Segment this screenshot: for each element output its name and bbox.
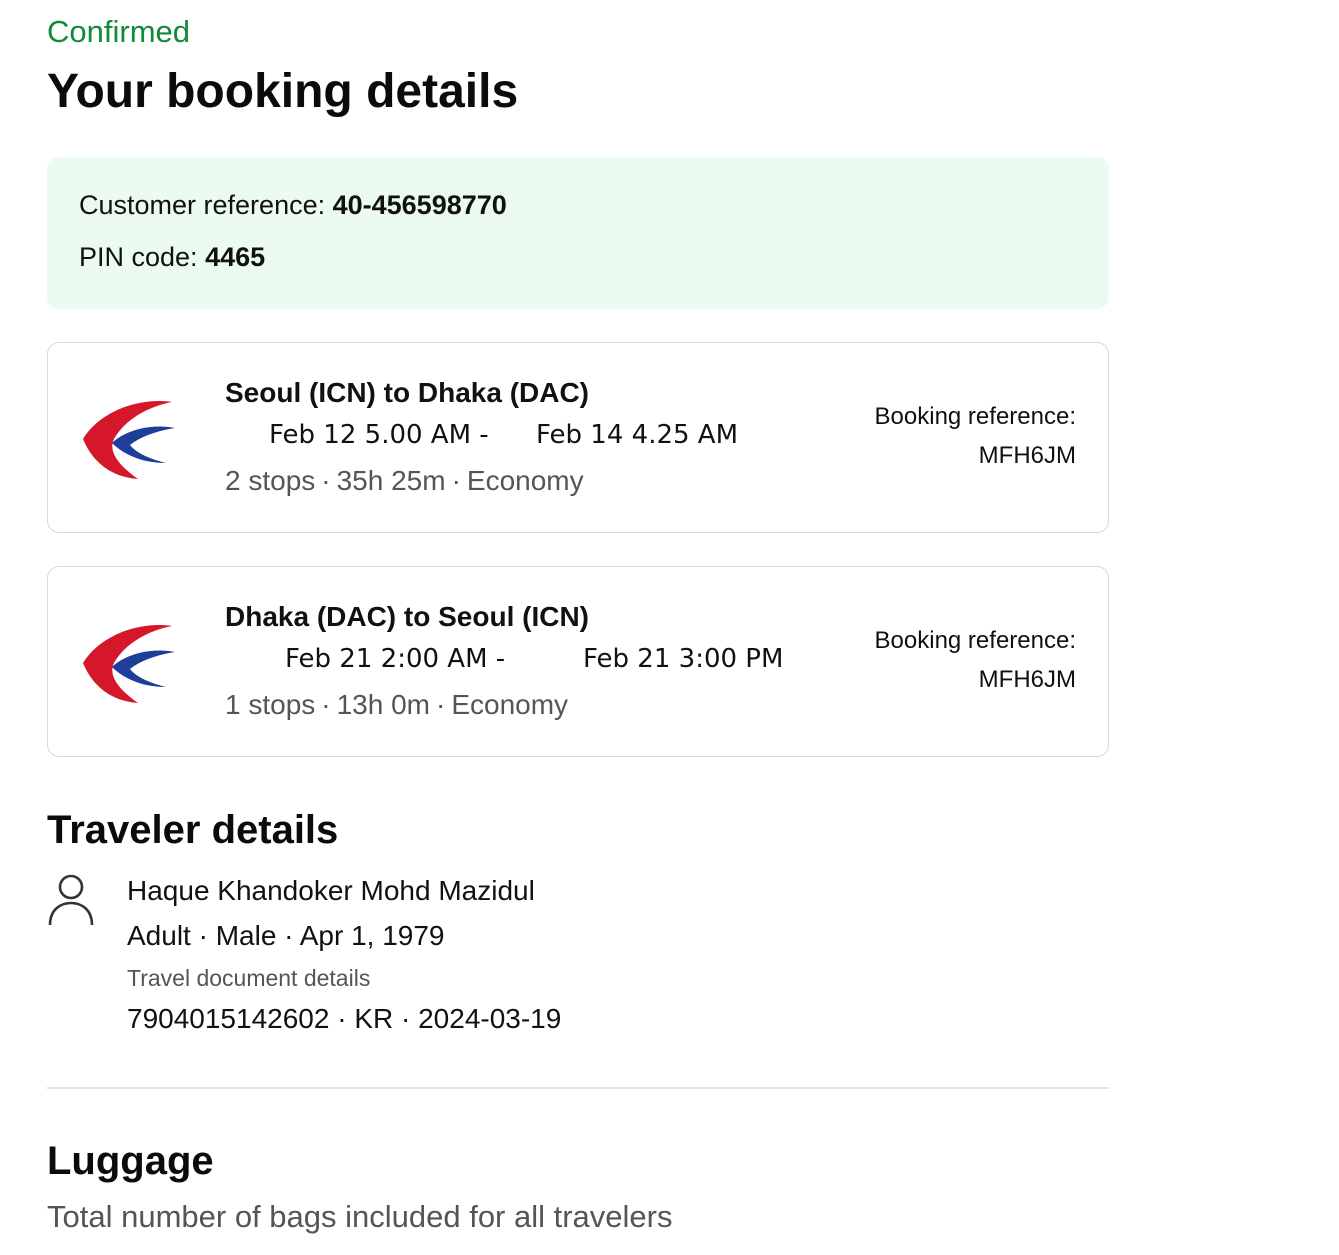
booking-reference-label: Booking reference: (874, 403, 1076, 430)
flight-route: Dhaka (DAC) to Seoul (ICN) (225, 601, 589, 632)
customer-reference-value: 40-456598770 (332, 190, 507, 220)
page-title: Your booking details (47, 65, 519, 118)
airline-logo-icon (83, 401, 175, 479)
flight-duration: 35h 25m (336, 465, 446, 496)
customer-reference-label: Customer reference: (79, 190, 333, 220)
reference-box: Customer reference: 40-456598770 PIN cod… (47, 157, 1109, 309)
stops-count: 1 stops (225, 689, 316, 720)
stops-count: 2 stops (225, 465, 316, 496)
flight-meta: 1 stops · 13h 0m · Economy (225, 689, 569, 720)
departure-time: Feb 21 2:00 AM - (285, 644, 506, 674)
cabin-class: Economy (451, 689, 569, 720)
flight-card-outbound[interactable]: Seoul (ICN) to Dhaka (DAC) Feb 12 5.00 A… (47, 342, 1109, 533)
booking-reference-value: MFH6JM (978, 442, 1076, 469)
arrival-time: Feb 21 3:00 PM (583, 644, 784, 674)
traveler-details-heading: Traveler details (47, 808, 339, 852)
person-icon (48, 874, 94, 926)
booking-reference-value: MFH6JM (978, 666, 1076, 693)
booking-reference-label: Booking reference: (874, 627, 1076, 654)
traveler-info: Adult · Male · Apr 1, 1979 (127, 920, 445, 951)
pin-code-label: PIN code: (79, 242, 206, 272)
flight-card-return[interactable]: Dhaka (DAC) to Seoul (ICN) Feb 21 2:00 A… (47, 566, 1109, 757)
flight-duration: 13h 0m (336, 689, 431, 720)
arrival-time: Feb 14 4.25 AM (536, 420, 739, 450)
traveler-name: Haque Khandoker Mohd Mazidul (127, 875, 535, 906)
airline-logo-icon (83, 625, 175, 703)
luggage-subtitle: Total number of bags included for all tr… (47, 1199, 673, 1234)
travel-document-value: 7904015142602 · KR · 2024-03-19 (127, 1003, 562, 1034)
flight-meta: 2 stops · 35h 25m · Economy (225, 465, 584, 496)
flight-route: Seoul (ICN) to Dhaka (DAC) (225, 377, 589, 408)
customer-reference: Customer reference: 40-456598770 (79, 189, 507, 221)
section-divider (47, 1087, 1109, 1089)
pin-code: PIN code: 4465 (79, 241, 265, 273)
pin-code-value: 4465 (205, 242, 266, 272)
cabin-class: Economy (466, 465, 584, 496)
departure-time: Feb 12 5.00 AM - (269, 420, 489, 450)
travel-document-label: Travel document details (127, 965, 371, 991)
status-label: Confirmed (47, 14, 190, 49)
luggage-heading: Luggage (47, 1139, 214, 1183)
